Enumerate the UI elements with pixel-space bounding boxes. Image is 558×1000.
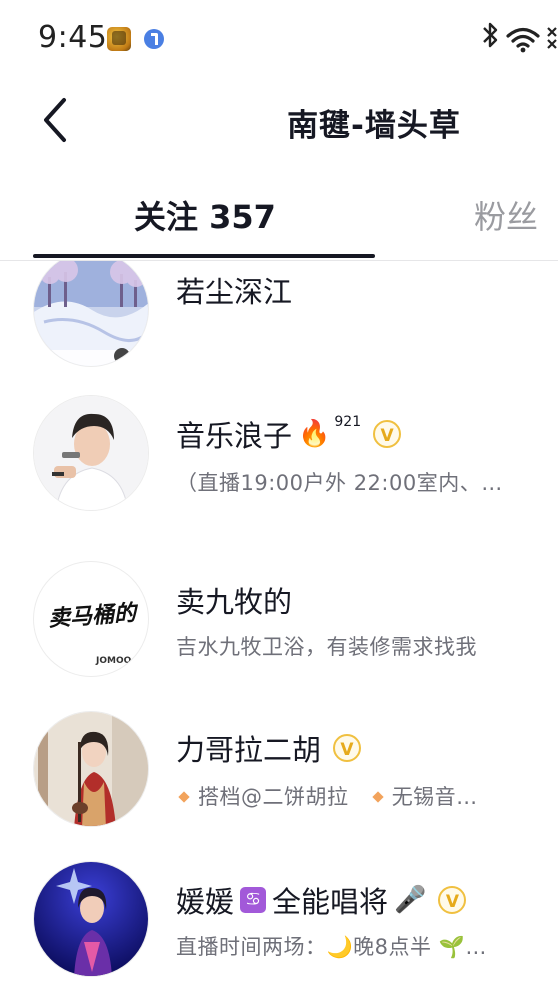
avatar[interactable] xyxy=(33,395,149,511)
follow-list: 若尘深江 音乐浪子 🔥 921 V （直播19:00户外 22:00室内、… 卖马桶的… xyxy=(0,261,558,1000)
user-name: 卖九牧的 xyxy=(176,585,293,619)
list-item[interactable]: 卖马桶的 JOMOO 卖九牧的 吉水九牧卫浴，有装修需求找我 xyxy=(0,559,558,709)
list-item[interactable]: 媛媛 ♋ 全能唱将 🎤 V 直播时间两场：🌙晚8点半 🌱… xyxy=(0,859,558,1000)
bluetooth-icon xyxy=(483,22,498,48)
cancer-zodiac-icon: ♋ xyxy=(240,887,267,913)
user-bio: 吉水九牧卫浴，有装修需求找我 xyxy=(176,635,477,659)
fire-icon: 🔥 xyxy=(298,419,331,449)
list-item[interactable]: 若尘深江 xyxy=(0,261,558,401)
music-notification-icon xyxy=(144,29,164,49)
avatar[interactable] xyxy=(33,711,149,827)
chevron-left-icon xyxy=(44,98,66,142)
status-time: 9:45 xyxy=(38,20,108,55)
user-name-row: 音乐浪子 🔥 921 V xyxy=(176,413,402,455)
tab-indicator xyxy=(33,254,375,258)
tab-following[interactable]: 关注 357 xyxy=(134,192,276,238)
user-name: 若尘深江 xyxy=(176,275,293,309)
microphone-icon: 🎤 xyxy=(394,885,427,915)
avatar[interactable] xyxy=(33,261,149,367)
user-name-row: 卖九牧的 xyxy=(176,579,292,621)
back-button[interactable] xyxy=(38,96,78,146)
avatar[interactable]: 卖马桶的 JOMOO xyxy=(33,561,149,677)
user-name-row: 媛媛 ♋ 全能唱将 🎤 V xyxy=(176,879,467,921)
verified-badge-icon: V xyxy=(438,886,467,914)
status-bar: 9:45 xyxy=(0,0,558,80)
user-name: 力哥拉二胡 xyxy=(176,733,322,767)
avatar[interactable] xyxy=(33,861,149,977)
wifi-icon xyxy=(506,27,540,53)
list-item[interactable]: 力哥拉二胡 V 搭档@二饼胡拉 无锡音… xyxy=(0,709,558,859)
tab-bar: 关注 357 粉丝 xyxy=(0,186,558,261)
user-name-suffix: 全能唱将 xyxy=(272,885,389,919)
user-name-row: 力哥拉二胡 V xyxy=(176,727,362,769)
user-bio: 搭档@二饼胡拉 无锡音… xyxy=(176,781,536,811)
user-bio: （直播19:00户外 22:00室内、… xyxy=(176,471,503,495)
fire-count: 921 xyxy=(334,414,362,430)
user-name: 音乐浪子 xyxy=(176,419,293,453)
status-icons xyxy=(483,22,557,53)
verified-badge-icon: V xyxy=(333,734,362,762)
verified-badge-icon: V xyxy=(373,420,402,448)
avatar-brand-text: 卖马桶的 xyxy=(47,599,137,633)
tab-followers[interactable]: 粉丝 xyxy=(474,192,538,238)
user-name-prefix: 媛媛 xyxy=(176,885,235,919)
avatar-brand-logo: JOMOO xyxy=(96,656,132,666)
user-bio: 直播时间两场：🌙晚8点半 🌱… xyxy=(176,935,487,959)
diamond-bullet-icon xyxy=(372,791,384,803)
signal-icon xyxy=(547,27,557,49)
app-notification-icon xyxy=(107,27,131,51)
page-title: 南毽-墙头草 xyxy=(287,108,461,144)
list-item[interactable]: 音乐浪子 🔥 921 V （直播19:00户外 22:00室内、… xyxy=(0,393,558,543)
diamond-bullet-icon xyxy=(178,791,190,803)
